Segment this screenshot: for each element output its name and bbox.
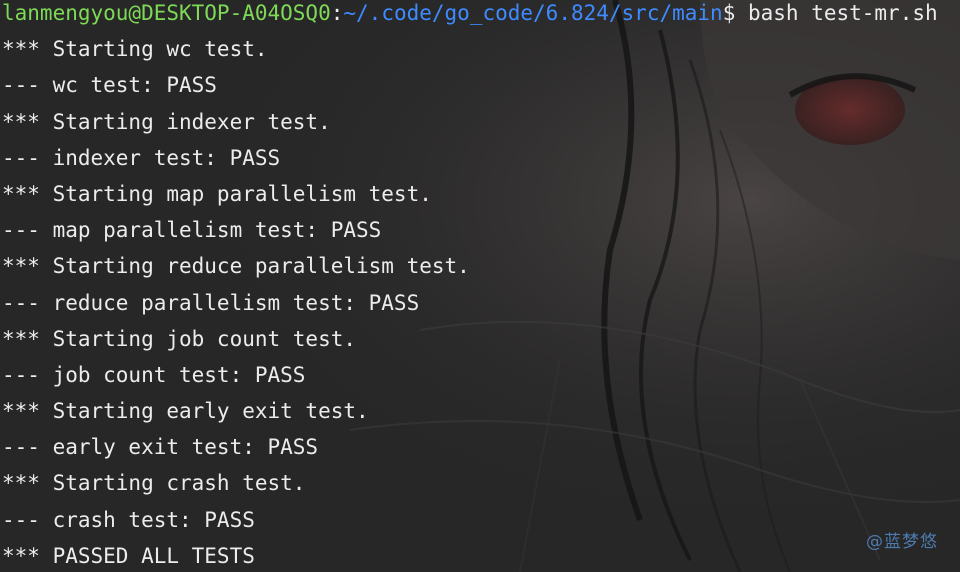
output-line: *** Starting job count test. [2,326,357,351]
terminal-output: lanmengyou@DESKTOP-A04OSQ0:~/.code/go_co… [2,0,960,572]
prompt-symbol: $ [722,1,736,25]
output-line: *** Starting map parallelism test. [2,181,432,206]
output-line: --- crash test: PASS [2,507,255,532]
terminal-window[interactable]: lanmengyou@DESKTOP-A04OSQ0:~/.code/go_co… [0,0,960,572]
watermark: @蓝梦悠 [866,532,938,552]
output-line: --- wc test: PASS [2,73,217,98]
output-line: *** PASSED ALL TESTS [2,543,255,568]
output-line: *** Starting reduce parallelism test. [2,254,470,279]
prompt-command: bash test-mr.sh [735,1,938,25]
output-line: *** Starting crash test. [2,471,306,496]
output-line: *** Starting indexer test. [2,109,331,134]
output-line: --- early exit test: PASS [2,435,319,460]
output-line: --- job count test: PASS [2,362,306,387]
prompt-user-host: lanmengyou@DESKTOP-A04OSQ0 [2,1,331,25]
prompt-separator: : [330,1,344,25]
prompt-line: lanmengyou@DESKTOP-A04OSQ0:~/.code/go_co… [2,0,960,36]
output-line: --- indexer test: PASS [2,145,281,170]
prompt-path: ~/.code/go_code/6.824/src/main [343,1,723,25]
output-line: *** Starting wc test. [2,37,268,62]
output-line: --- reduce parallelism test: PASS [2,290,420,315]
output-line: *** Starting early exit test. [2,399,369,424]
output-line: --- map parallelism test: PASS [2,218,382,243]
